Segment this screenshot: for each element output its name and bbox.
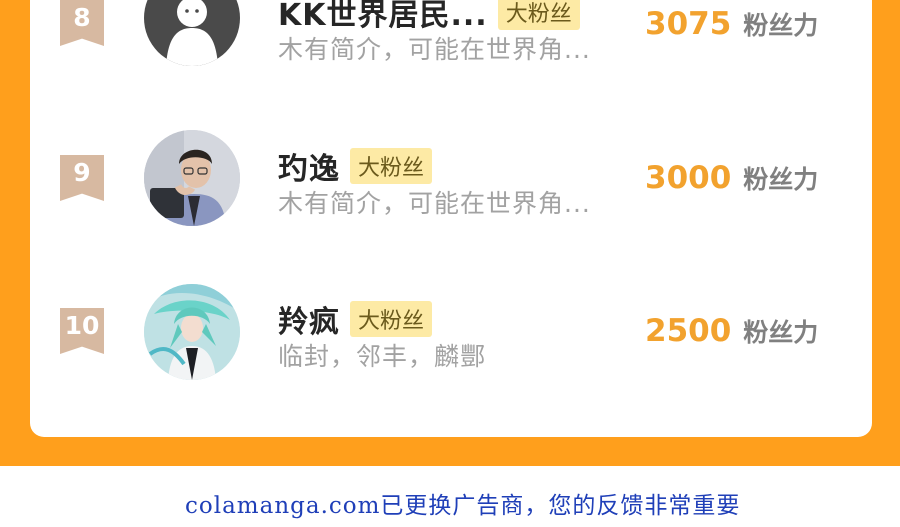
photo-avatar[interactable] bbox=[144, 130, 240, 226]
rank-badge: 9 bbox=[60, 155, 104, 201]
user-name[interactable]: 羚疯 bbox=[278, 297, 340, 341]
rank-badge: 8 bbox=[60, 0, 104, 46]
leaderboard-frame: 8 KK世界居民... 大粉丝 木有简介，可能在世界角... 3075 粉丝力 bbox=[0, 0, 900, 466]
fan-level-badge: 大粉丝 bbox=[497, 0, 580, 30]
fan-power-unit: 粉丝力 bbox=[743, 165, 819, 194]
user-bio: 木有简介，可能在世界角... bbox=[278, 189, 591, 218]
fan-power-score: 2500 bbox=[645, 313, 732, 349]
fan-power-unit: 粉丝力 bbox=[743, 318, 819, 347]
fan-level-badge: 大粉丝 bbox=[350, 148, 433, 184]
person-silhouette-icon bbox=[166, 0, 218, 66]
leaderboard-card: 8 KK世界居民... 大粉丝 木有简介，可能在世界角... 3075 粉丝力 bbox=[30, 0, 872, 437]
user-name[interactable]: 玓逸 bbox=[278, 144, 340, 188]
user-bio: 木有简介，可能在世界角... bbox=[278, 35, 591, 64]
anime-character-avatar[interactable] bbox=[144, 284, 240, 380]
site-notice-link[interactable]: colamanga.com已更换广告商，您的反馈非常重要 bbox=[185, 486, 740, 520]
anime-character-icon bbox=[144, 284, 240, 380]
user-name[interactable]: KK世界居民... bbox=[278, 0, 488, 34]
user-bio: 临封，邻丰，麟酆 bbox=[278, 342, 487, 371]
leaderboard-row[interactable]: 9 玓逸 大粉丝 木有简介，可能在世界角... 3000 粉丝力 bbox=[30, 125, 872, 235]
fan-power-unit: 粉丝力 bbox=[743, 11, 819, 40]
fan-power-score: 3075 bbox=[645, 6, 732, 42]
leaderboard-row[interactable]: 10 羚疯 大粉丝 临封，邻丰，麟酆 2500 粉丝力 bbox=[30, 278, 872, 388]
person-photo-icon bbox=[144, 130, 240, 226]
rank-badge: 10 bbox=[60, 308, 104, 354]
fan-level-badge: 大粉丝 bbox=[350, 301, 433, 337]
fan-power-score: 3000 bbox=[645, 160, 732, 196]
default-person-avatar[interactable] bbox=[144, 0, 240, 66]
leaderboard-row[interactable]: 8 KK世界居民... 大粉丝 木有简介，可能在世界角... 3075 粉丝力 bbox=[30, 0, 872, 80]
